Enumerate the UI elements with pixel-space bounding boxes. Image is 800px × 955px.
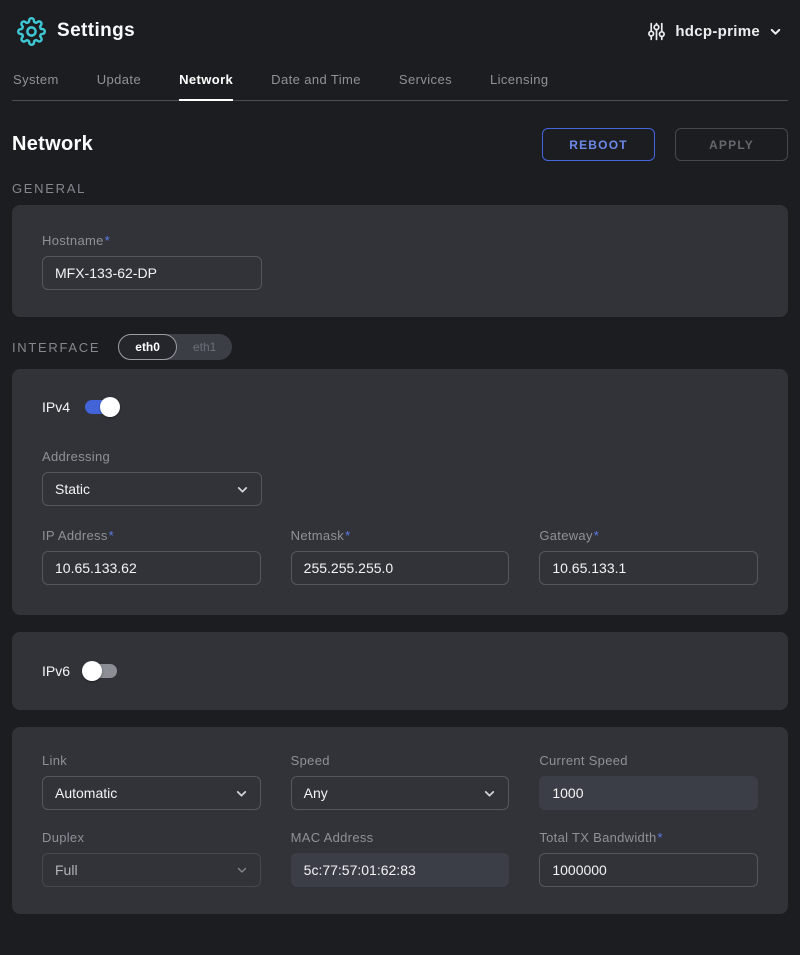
speed-label: Speed	[291, 753, 510, 768]
mac-address-field	[291, 853, 510, 887]
mac-address-label: MAC Address	[291, 830, 510, 845]
addressing-select[interactable]: Static	[42, 472, 262, 506]
ipv4-label: IPv4	[42, 399, 70, 415]
ipv6-card: IPv6	[12, 632, 788, 710]
interface-option-eth0[interactable]: eth0	[118, 334, 177, 360]
duplex-value: Full	[55, 862, 78, 878]
hostname-field[interactable]	[42, 256, 262, 290]
page-head: Network REBOOT APPLY	[12, 128, 788, 161]
required-asterisk: *	[594, 528, 599, 543]
gear-icon	[16, 16, 46, 46]
chevron-down-icon	[235, 787, 248, 800]
ip-address-field[interactable]	[42, 551, 261, 585]
app-header: Settings hdcp-prime	[0, 0, 800, 62]
chevron-down-icon	[236, 483, 249, 496]
ipv4-toggle[interactable]	[85, 400, 117, 414]
speed-select[interactable]: Any	[291, 776, 510, 810]
ipv6-label: IPv6	[42, 663, 70, 679]
ipv6-toggle[interactable]	[85, 664, 117, 678]
interface-switcher: eth0 eth1	[118, 334, 232, 360]
interface-option-eth1[interactable]: eth1	[177, 334, 232, 360]
device-name: hdcp-prime	[675, 23, 760, 40]
required-asterisk: *	[658, 830, 663, 845]
addressing-value: Static	[55, 481, 90, 497]
hostname-label: Hostname*	[42, 233, 262, 248]
gateway-field[interactable]	[539, 551, 758, 585]
sliders-icon	[647, 22, 666, 41]
tab-services[interactable]: Services	[399, 64, 452, 101]
chevron-down-icon	[483, 787, 496, 800]
page-title: Network	[12, 133, 93, 156]
current-speed-label: Current Speed	[539, 753, 758, 768]
netmask-field[interactable]	[291, 551, 510, 585]
general-section-label: GENERAL	[12, 181, 86, 196]
total-tx-bandwidth-label: Total TX Bandwidth*	[539, 830, 758, 845]
link-settings-card: Link Automatic Speed Any Curre	[12, 727, 788, 914]
required-asterisk: *	[345, 528, 350, 543]
netmask-label: Netmask*	[291, 528, 510, 543]
tab-date-and-time[interactable]: Date and Time	[271, 64, 361, 101]
total-tx-bandwidth-field[interactable]	[539, 853, 758, 887]
app-title: Settings	[57, 20, 135, 42]
addressing-label: Addressing	[42, 449, 262, 464]
toggle-knob	[82, 661, 102, 681]
chevron-down-icon	[236, 864, 248, 876]
duplex-label: Duplex	[42, 830, 261, 845]
chevron-down-icon	[769, 25, 782, 38]
required-asterisk: *	[105, 233, 110, 248]
settings-tabbar: System Update Network Date and Time Serv…	[12, 64, 788, 101]
current-speed-field	[539, 776, 758, 810]
device-selector[interactable]: hdcp-prime	[647, 22, 782, 41]
link-select[interactable]: Automatic	[42, 776, 261, 810]
link-value: Automatic	[55, 785, 117, 801]
ipv4-card: IPv4 Addressing Static IP Address* Ne	[12, 369, 788, 615]
apply-button: APPLY	[675, 128, 788, 161]
reboot-button[interactable]: REBOOT	[542, 128, 655, 161]
tab-update[interactable]: Update	[97, 64, 141, 101]
speed-value: Any	[304, 785, 328, 801]
interface-section-label: INTERFACE	[12, 340, 100, 355]
tab-network[interactable]: Network	[179, 64, 233, 101]
toggle-knob	[100, 397, 120, 417]
ip-address-label: IP Address*	[42, 528, 261, 543]
duplex-select: Full	[42, 853, 261, 887]
required-asterisk: *	[109, 528, 114, 543]
general-card: Hostname*	[12, 205, 788, 317]
link-label: Link	[42, 753, 261, 768]
gateway-label: Gateway*	[539, 528, 758, 543]
tab-system[interactable]: System	[13, 64, 59, 101]
tab-licensing[interactable]: Licensing	[490, 64, 549, 101]
